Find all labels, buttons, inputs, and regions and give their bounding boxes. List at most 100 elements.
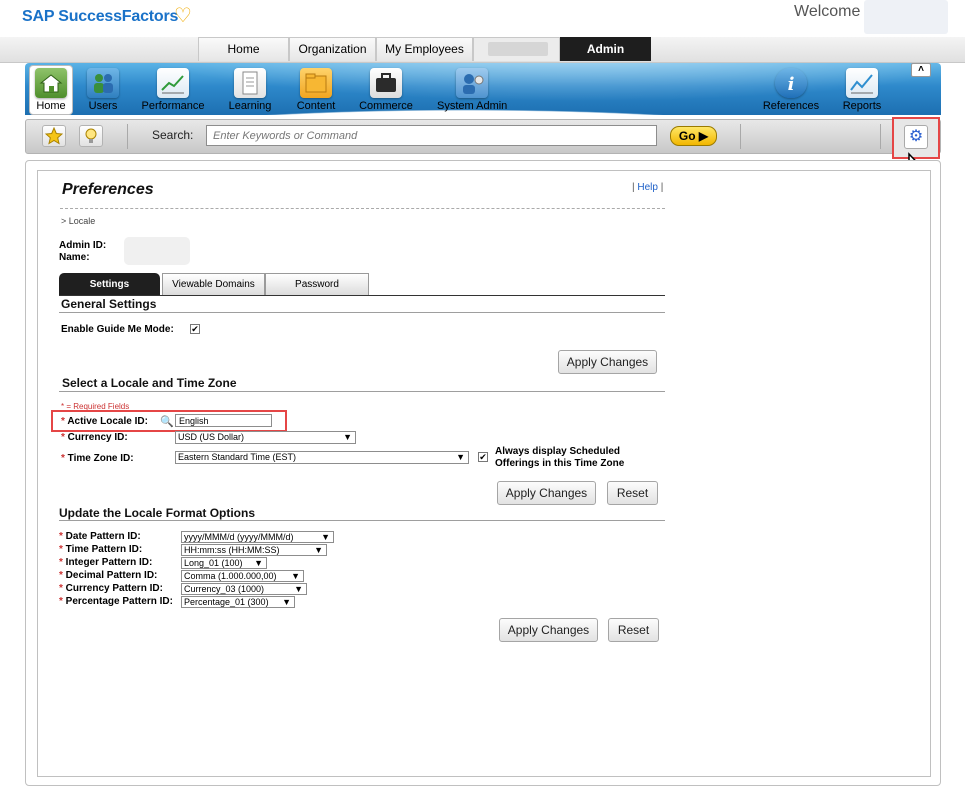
- nav-label-references: References: [762, 100, 820, 112]
- reset-locale-button[interactable]: Reset: [607, 481, 658, 505]
- dropdown-arrow-icon: ▼: [343, 432, 352, 442]
- section-divider: [59, 312, 665, 313]
- svg-text:i: i: [788, 74, 795, 95]
- top-tab-organization[interactable]: Organization: [289, 37, 376, 61]
- apply-changes-format-button[interactable]: Apply Changes: [499, 618, 598, 642]
- folder-icon: [300, 68, 332, 98]
- redacted-tab-label: [488, 42, 548, 56]
- go-button[interactable]: Go ▶: [670, 126, 717, 146]
- currency-pattern-value: Currency_03 (1000): [184, 584, 265, 594]
- dropdown-arrow-icon: ▼: [291, 571, 300, 581]
- nav-label-learning: Learning: [228, 100, 272, 112]
- top-tab-my-employees[interactable]: My Employees: [376, 37, 473, 61]
- help-link-label[interactable]: Help: [637, 182, 658, 193]
- favorites-star-icon[interactable]: [42, 125, 66, 147]
- decimal-pattern-select[interactable]: Comma (1.000.000,00) ▼: [181, 570, 304, 582]
- timezone-id-label: * Time Zone ID:: [61, 453, 134, 464]
- currency-pattern-label: * Currency Pattern ID:: [59, 583, 163, 594]
- nav-item-learning[interactable]: Learning: [215, 66, 285, 116]
- currency-select-value: USD (US Dollar): [178, 432, 245, 442]
- locale-timezone-heading: Select a Locale and Time Zone: [62, 376, 237, 390]
- ideas-lightbulb-icon[interactable]: [79, 125, 103, 147]
- brand-logo: SAP SuccessFactors: [22, 8, 179, 25]
- section-divider: [59, 520, 665, 521]
- percentage-pattern-label: * Percentage Pattern ID:: [59, 596, 173, 607]
- guide-me-label: Enable Guide Me Mode:: [61, 324, 174, 335]
- time-pattern-label: * Time Pattern ID:: [59, 544, 143, 555]
- currency-select[interactable]: USD (US Dollar) ▼: [175, 431, 356, 444]
- active-locale-label: * Active Locale ID:: [61, 416, 148, 427]
- currency-pattern-select[interactable]: Currency_03 (1000) ▼: [181, 583, 307, 595]
- search-input[interactable]: [206, 125, 657, 146]
- nav-item-reports[interactable]: Reports: [827, 66, 897, 116]
- nav-label-commerce: Commerce: [359, 100, 413, 112]
- time-pattern-select[interactable]: HH:mm:ss (HH:MM:SS) ▼: [181, 544, 327, 556]
- help-link[interactable]: | Help |: [632, 182, 663, 193]
- nav-item-performance[interactable]: Performance: [138, 66, 208, 116]
- top-tab-home[interactable]: Home: [198, 37, 289, 61]
- top-tab-admin[interactable]: Admin: [560, 37, 651, 61]
- nav-label-users: Users: [88, 100, 118, 112]
- tab-password[interactable]: Password: [265, 273, 369, 296]
- page-title: Preferences: [62, 181, 154, 198]
- apply-changes-locale-button[interactable]: Apply Changes: [497, 481, 596, 505]
- nav-item-references[interactable]: i References: [756, 66, 826, 116]
- general-settings-heading: General Settings: [61, 297, 157, 311]
- percentage-pattern-select[interactable]: Percentage_01 (300) ▼: [181, 596, 295, 608]
- nav-label-performance: Performance: [141, 100, 205, 112]
- dropdown-arrow-icon: ▼: [456, 452, 465, 462]
- document-icon: [234, 68, 266, 98]
- nav-item-users[interactable]: Users: [68, 66, 138, 116]
- date-pattern-select[interactable]: yyyy/MMM/d (yyyy/MMM/d) ▼: [181, 531, 334, 543]
- currency-id-label: * Currency ID:: [61, 432, 128, 443]
- tab-viewable-domains[interactable]: Viewable Domains: [162, 273, 265, 296]
- active-locale-input[interactable]: [175, 414, 272, 427]
- toolbar-divider: [880, 124, 881, 149]
- reset-format-button[interactable]: Reset: [608, 618, 659, 642]
- toolbar-divider: [127, 124, 128, 149]
- format-options-heading: Update the Locale Format Options: [59, 506, 256, 520]
- integer-pattern-label: * Integer Pattern ID:: [59, 557, 153, 568]
- welcome-text: Welcome: [794, 3, 861, 20]
- toolbar-divider: [740, 124, 741, 149]
- always-display-timezone-label: Always display Scheduled Offerings in th…: [495, 446, 625, 469]
- search-magnifier-icon[interactable]: 🔍: [160, 415, 174, 428]
- integer-pattern-label-text: Integer Pattern ID:: [65, 557, 153, 568]
- percentage-pattern-value: Percentage_01 (300): [184, 597, 269, 607]
- redacted-username: [864, 0, 948, 34]
- system-admin-icon: [456, 68, 488, 98]
- decimal-pattern-value: Comma (1.000.000,00): [184, 571, 277, 581]
- active-locale-label-text: Active Locale ID:: [67, 416, 148, 427]
- dropdown-arrow-icon: ▼: [282, 597, 291, 607]
- info-icon: i: [775, 68, 807, 98]
- percentage-pattern-label-text: Percentage Pattern ID:: [65, 596, 173, 607]
- guide-me-checkbox[interactable]: ✔: [190, 324, 200, 334]
- time-pattern-value: HH:mm:ss (HH:MM:SS): [184, 545, 280, 555]
- time-pattern-label-text: Time Pattern ID:: [65, 544, 143, 555]
- dropdown-arrow-icon: ▼: [294, 584, 303, 594]
- date-pattern-value: yyyy/MMM/d (yyyy/MMM/d): [184, 532, 294, 542]
- tabs-underline: [59, 295, 665, 296]
- integer-pattern-select[interactable]: Long_01 (100) ▼: [181, 557, 267, 569]
- timezone-select-value: Eastern Standard Time (EST): [178, 452, 297, 462]
- decimal-pattern-label-text: Decimal Pattern ID:: [65, 570, 158, 581]
- reports-chart-icon: [846, 68, 878, 98]
- nav-label-reports: Reports: [842, 100, 882, 112]
- briefcase-icon: [370, 68, 402, 98]
- timezone-select[interactable]: Eastern Standard Time (EST) ▼: [175, 451, 469, 464]
- search-label: Search:: [152, 128, 194, 142]
- always-display-timezone-checkbox[interactable]: ✔: [478, 452, 488, 462]
- apply-changes-general-button[interactable]: Apply Changes: [558, 350, 657, 374]
- name-label: Name:: [59, 252, 90, 263]
- nav-item-system-admin[interactable]: System Admin: [437, 66, 507, 116]
- timezone-id-label-text: Time Zone ID:: [67, 453, 134, 464]
- nav-item-content[interactable]: Content: [281, 66, 351, 116]
- section-divider: [59, 391, 665, 392]
- home-icon: [35, 68, 67, 98]
- settings-gear-icon[interactable]: ⚙: [904, 125, 928, 149]
- currency-id-label-text: Currency ID:: [67, 432, 128, 443]
- breadcrumb: > Locale: [61, 216, 96, 226]
- nav-item-commerce[interactable]: Commerce: [351, 66, 421, 116]
- tab-settings[interactable]: Settings: [59, 273, 160, 296]
- collapse-nav-button[interactable]: ˄: [911, 63, 931, 77]
